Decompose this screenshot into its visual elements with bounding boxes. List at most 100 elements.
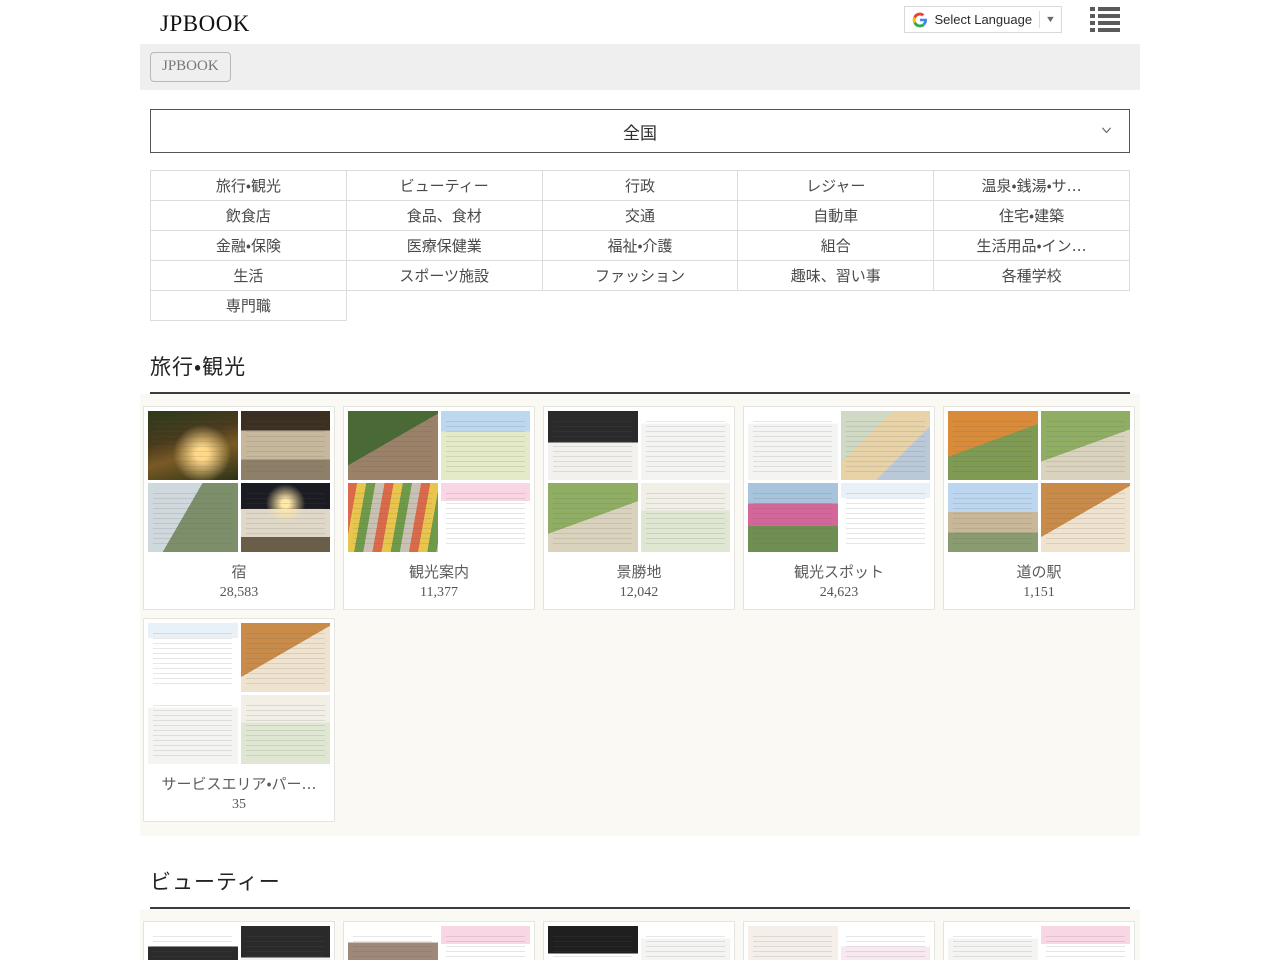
site-header: JPBOOK Select Language ▼ — [0, 0, 1280, 44]
main-content: 全国 旅行・観光ビューティー行政レジャー温泉・銭湯・サ…飲食店食品、食材交通自動… — [140, 90, 1140, 960]
card-thumbnail — [948, 411, 1130, 552]
thumbnail-tile — [441, 926, 531, 960]
category-cell[interactable]: 福祉・介護 — [542, 231, 738, 261]
category-card[interactable]: サービスエリア・パー…35 — [143, 618, 335, 822]
category-table-wrap: 旅行・観光ビューティー行政レジャー温泉・銭湯・サ…飲食店食品、食材交通自動車住宅… — [140, 153, 1140, 321]
thumbnail-image — [441, 483, 531, 552]
category-cell[interactable]: 組合 — [738, 231, 934, 261]
thumbnail-tile — [148, 926, 238, 960]
thumbnail-image — [348, 926, 438, 960]
region-select-value: 全国 — [623, 119, 657, 144]
thumbnail-image — [148, 623, 238, 692]
category-cell-empty — [346, 291, 542, 321]
thumbnail-image — [841, 483, 931, 552]
thumbnail-tile — [241, 695, 331, 764]
category-card[interactable]: 道の駅1,151 — [943, 406, 1135, 610]
thumbnail-tile — [1041, 411, 1131, 480]
category-row: 旅行・観光ビューティー行政レジャー温泉・銭湯・サ… — [151, 171, 1130, 201]
category-cell[interactable]: 医療保健業 — [346, 231, 542, 261]
category-card[interactable] — [343, 921, 535, 960]
category-cell[interactable]: ファッション — [542, 261, 738, 291]
thumbnail-image — [748, 926, 838, 960]
thumbnail-tile — [948, 926, 1038, 960]
card-thumbnail — [348, 411, 530, 552]
region-select-wrap: 全国 — [140, 90, 1140, 153]
thumbnail-tile — [548, 926, 638, 960]
category-cell[interactable]: 住宅・建築 — [934, 201, 1130, 231]
category-card[interactable]: 宿28,583 — [143, 406, 335, 610]
thumbnail-image — [241, 926, 331, 960]
card-count: 35 — [148, 794, 330, 819]
card-thumbnail — [548, 411, 730, 552]
category-card[interactable] — [943, 921, 1135, 960]
card-thumbnail — [748, 926, 930, 960]
category-cell[interactable]: 生活 — [151, 261, 347, 291]
category-cell[interactable]: 旅行・観光 — [151, 171, 347, 201]
card-thumbnail — [948, 926, 1130, 960]
category-cell[interactable]: スポーツ施設 — [346, 261, 542, 291]
thumbnail-tile — [1041, 483, 1131, 552]
thumbnail-tile — [748, 926, 838, 960]
thumbnail-image — [241, 411, 331, 480]
category-cell[interactable]: 趣味、習い事 — [738, 261, 934, 291]
thumbnail-tile — [748, 483, 838, 552]
category-cell[interactable]: 自動車 — [738, 201, 934, 231]
thumbnail-tile — [348, 483, 438, 552]
category-card[interactable]: 景勝地12,042 — [543, 406, 735, 610]
thumbnail-tile — [441, 483, 531, 552]
thumbnail-image — [548, 926, 638, 960]
thumbnail-tile — [948, 411, 1038, 480]
card-count: 1,151 — [948, 582, 1130, 607]
breadcrumb-item-home[interactable]: JPBOOK — [150, 52, 231, 82]
category-cell[interactable]: 各種学校 — [934, 261, 1130, 291]
thumbnail-image — [748, 483, 838, 552]
chevron-down-icon — [1100, 124, 1113, 137]
thumbnail-image — [841, 411, 931, 480]
category-cell[interactable]: レジャー — [738, 171, 934, 201]
thumbnail-tile — [748, 411, 838, 480]
card-count: 12,042 — [548, 582, 730, 607]
category-card[interactable] — [143, 921, 335, 960]
category-cell[interactable]: 専門職 — [151, 291, 347, 321]
translate-caret-icon[interactable]: ▼ — [1045, 15, 1056, 24]
google-translate-widget[interactable]: Select Language ▼ — [904, 6, 1062, 33]
thumbnail-tile — [1041, 926, 1131, 960]
category-row: 飲食店食品、食材交通自動車住宅・建築 — [151, 201, 1130, 231]
category-cell-empty — [542, 291, 738, 321]
thumbnail-tile — [348, 411, 438, 480]
category-cell[interactable]: 飲食店 — [151, 201, 347, 231]
category-table-body: 旅行・観光ビューティー行政レジャー温泉・銭湯・サ…飲食店食品、食材交通自動車住宅… — [151, 171, 1130, 321]
thumbnail-image — [641, 483, 731, 552]
thumbnail-tile — [348, 926, 438, 960]
category-card[interactable] — [543, 921, 735, 960]
list-menu-icon[interactable] — [1090, 7, 1120, 33]
site-logo[interactable]: JPBOOK — [160, 12, 250, 35]
section-title: 旅行・観光 — [150, 351, 1130, 392]
thumbnail-tile — [241, 623, 331, 692]
category-cell[interactable]: 食品、食材 — [346, 201, 542, 231]
category-cell[interactable]: 交通 — [542, 201, 738, 231]
header-actions: Select Language ▼ — [904, 6, 1120, 33]
category-cell[interactable]: 金融・保険 — [151, 231, 347, 261]
category-card[interactable] — [743, 921, 935, 960]
thumbnail-image — [148, 411, 238, 480]
category-cell[interactable]: ビューティー — [346, 171, 542, 201]
thumbnail-image — [548, 411, 638, 480]
thumbnail-image — [948, 411, 1038, 480]
thumbnail-image — [348, 483, 438, 552]
category-table: 旅行・観光ビューティー行政レジャー温泉・銭湯・サ…飲食店食品、食材交通自動車住宅… — [150, 170, 1130, 321]
thumbnail-image — [241, 483, 331, 552]
category-row: 生活スポーツ施設ファッション趣味、習い事各種学校 — [151, 261, 1130, 291]
category-cell[interactable]: 行政 — [542, 171, 738, 201]
category-card[interactable]: 観光案内11,377 — [343, 406, 535, 610]
category-cell-empty — [934, 291, 1130, 321]
card-thumbnail — [148, 623, 330, 764]
category-cell[interactable]: 温泉・銭湯・サ… — [934, 171, 1130, 201]
page-root: JPBOOK Select Language ▼ — [0, 0, 1280, 960]
category-card[interactable]: 観光スポット24,623 — [743, 406, 935, 610]
category-cell[interactable]: 生活用品・イン… — [934, 231, 1130, 261]
region-select[interactable]: 全国 — [150, 109, 1130, 153]
card-label: 道の駅 — [948, 552, 1130, 582]
section-header: 旅行・観光 — [140, 321, 1140, 394]
thumbnail-tile — [841, 483, 931, 552]
